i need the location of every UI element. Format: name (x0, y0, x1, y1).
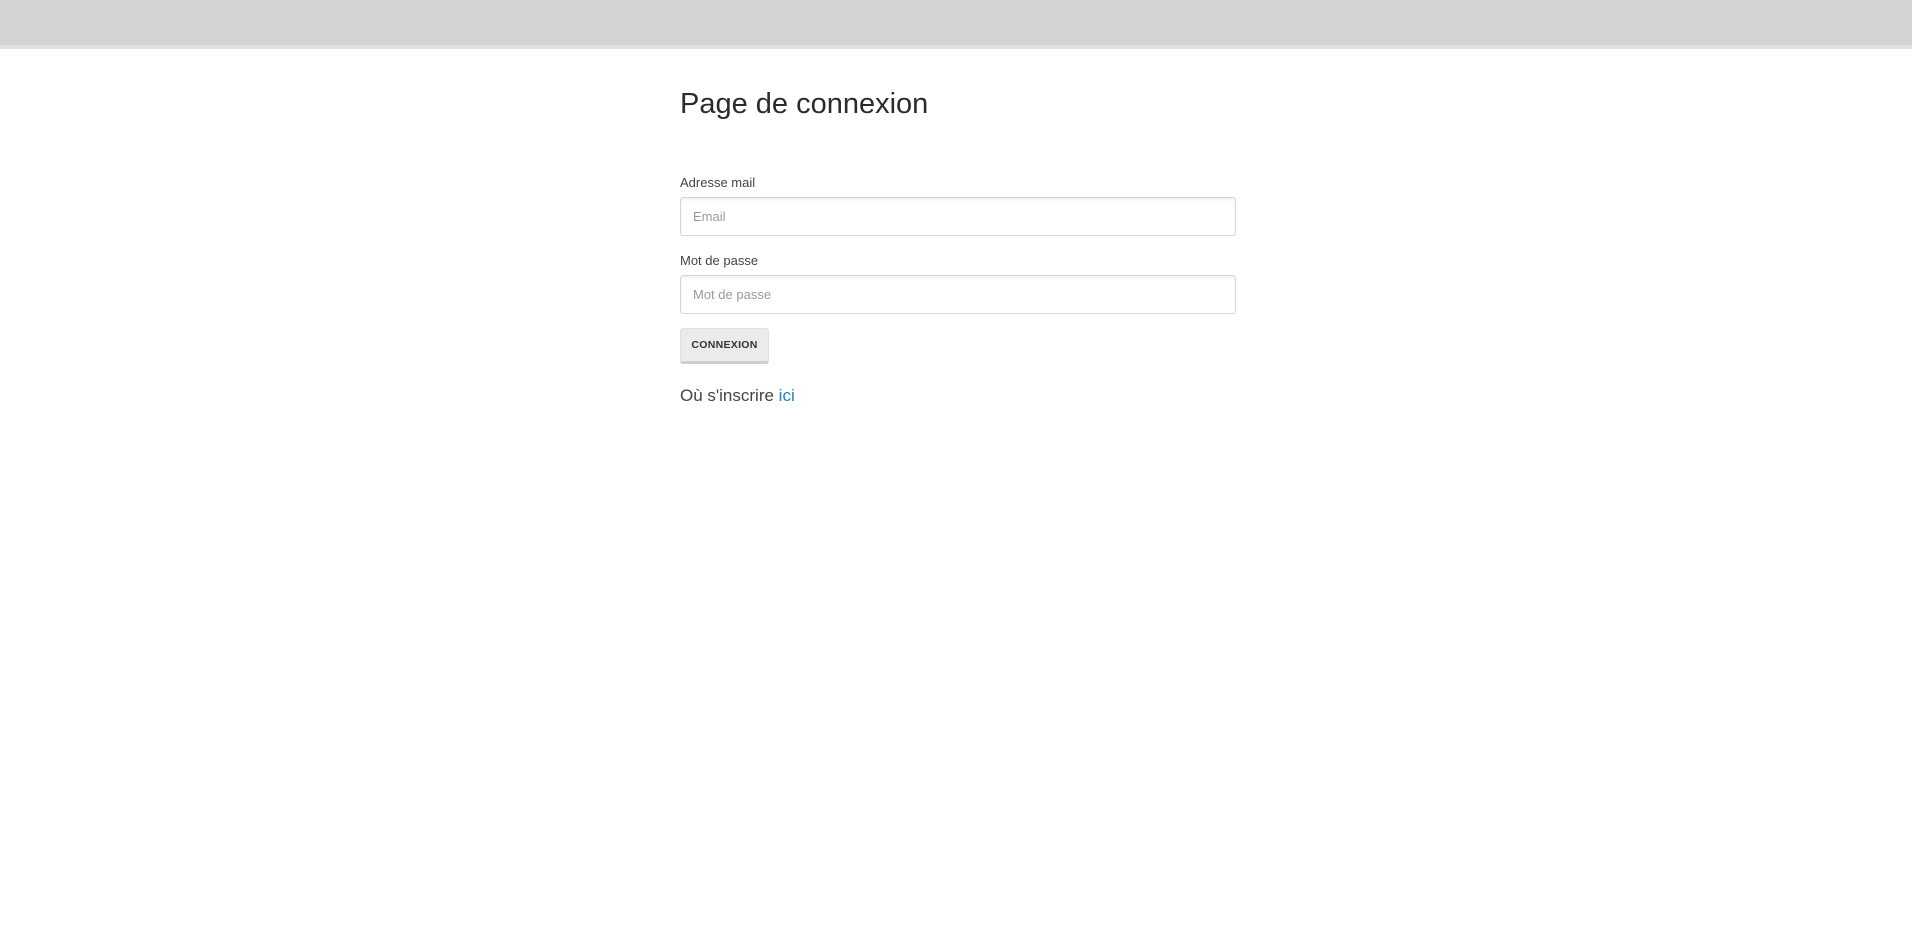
email-field[interactable] (680, 197, 1236, 236)
register-prompt: Où s'inscrire ici (680, 386, 795, 406)
register-prompt-text: Où s'inscrire (680, 386, 774, 405)
email-label: Adresse mail (680, 175, 756, 190)
page-title: Page de connexion (680, 88, 929, 120)
password-label: Mot de passe (680, 253, 759, 268)
top-bar (0, 0, 1912, 49)
register-link[interactable]: ici (779, 386, 795, 405)
login-button[interactable]: CONNEXION (680, 328, 769, 364)
password-field[interactable] (680, 275, 1236, 314)
